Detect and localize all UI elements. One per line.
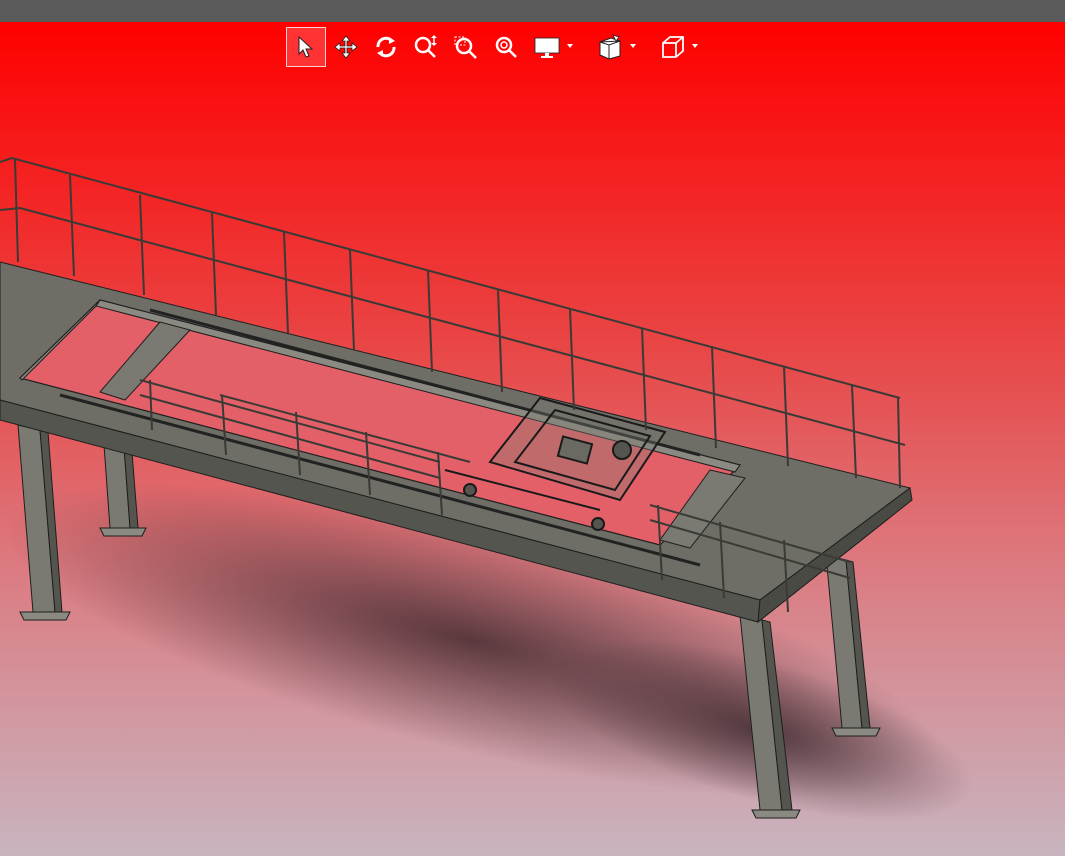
monitor-icon <box>534 35 560 59</box>
zoom-window-tool-button[interactable] <box>446 27 486 67</box>
move-arrows-icon <box>334 35 358 59</box>
display-dropdown-button[interactable] <box>526 27 589 67</box>
rotate-tool-button[interactable] <box>366 27 406 67</box>
orientation-cube-icon <box>597 34 623 60</box>
zoom-icon <box>413 34 439 60</box>
zoom-tool-button[interactable] <box>406 27 446 67</box>
zoom-fit-tool-button[interactable] <box>486 27 526 67</box>
rotate-icon <box>373 34 399 60</box>
zoom-fit-icon <box>493 34 519 60</box>
window-title-bar <box>0 0 1065 22</box>
3d-viewport[interactable] <box>0 22 1065 856</box>
cursor-arrow-icon <box>297 36 315 58</box>
model-render <box>0 156 973 821</box>
chevron-down-icon <box>567 44 573 48</box>
cube-icon <box>660 34 686 60</box>
view-orientation-dropdown-button[interactable] <box>589 27 652 67</box>
zoom-window-icon <box>453 34 479 60</box>
chevron-down-icon <box>630 44 636 48</box>
select-tool-button[interactable] <box>286 27 326 67</box>
standard-views-dropdown-button[interactable] <box>652 27 702 67</box>
chevron-down-icon <box>692 44 698 48</box>
pan-tool-button[interactable] <box>326 27 366 67</box>
view-toolbar <box>286 27 702 67</box>
